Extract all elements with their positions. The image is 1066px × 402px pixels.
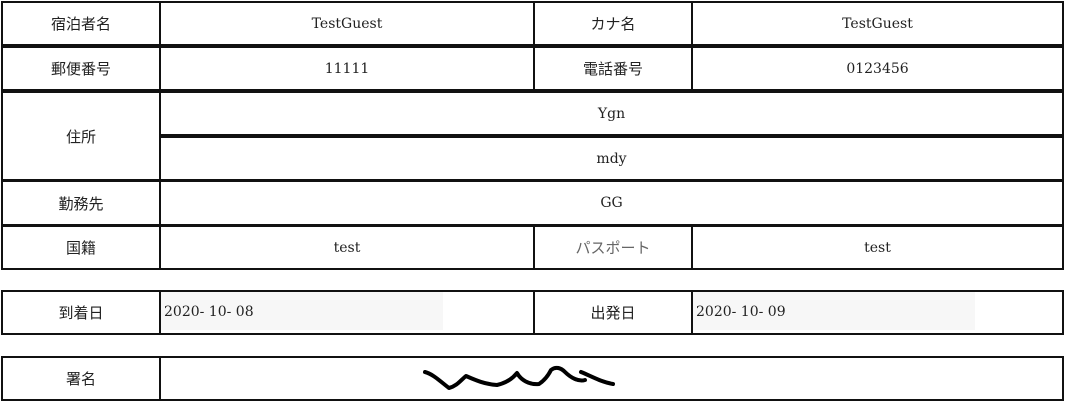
- departure-date-input[interactable]: [693, 292, 975, 330]
- signature-stroke: [423, 365, 615, 390]
- departure-label: 出発日: [533, 290, 693, 335]
- guest-name-label: 宿泊者名: [1, 1, 161, 46]
- passport-label-text: パスポート: [575, 239, 651, 257]
- nationality-label-text: 国籍: [65, 239, 96, 257]
- nationality-field[interactable]: test: [159, 225, 535, 270]
- workplace-value: GG: [600, 195, 623, 211]
- phone-value: 0123456: [846, 60, 909, 77]
- signature-label: 署名: [1, 356, 161, 401]
- address-line1-field[interactable]: Ygn: [159, 91, 1064, 136]
- signature-label-text: 署名: [65, 370, 96, 388]
- signature-pad[interactable]: [159, 356, 1064, 401]
- kana-name-field[interactable]: TestGuest: [691, 1, 1064, 46]
- arrival-date-input[interactable]: [161, 292, 443, 330]
- workplace-label-text: 勤務先: [58, 194, 104, 213]
- postal-code-label: 郵便番号: [1, 46, 161, 91]
- address-line2-value: mdy: [596, 150, 627, 167]
- guest-name-label-text: 宿泊者名: [50, 15, 111, 33]
- passport-label: パスポート: [533, 225, 693, 270]
- address-label: 住所: [1, 91, 161, 181]
- departure-date-cell: [691, 290, 1064, 335]
- postal-code-field[interactable]: 11111: [159, 46, 535, 91]
- address-label-text: 住所: [65, 127, 96, 146]
- nationality-label: 国籍: [1, 225, 161, 270]
- guest-name-field[interactable]: TestGuest: [159, 1, 535, 46]
- departure-label-text: 出発日: [590, 304, 636, 322]
- kana-name-label: カナ名: [533, 1, 693, 46]
- postal-code-label-text: 郵便番号: [50, 60, 111, 78]
- arrival-label-text: 到着日: [58, 304, 104, 322]
- guest-name-value: TestGuest: [311, 15, 383, 32]
- phone-field[interactable]: 0123456: [691, 46, 1064, 91]
- passport-field[interactable]: test: [691, 225, 1064, 270]
- kana-name-label-text: カナ名: [590, 15, 636, 33]
- arrival-label: 到着日: [1, 290, 161, 335]
- workplace-field[interactable]: GG: [159, 180, 1064, 226]
- postal-code-value: 11111: [324, 60, 370, 77]
- address-line1-value: Ygn: [597, 105, 626, 122]
- arrival-date-cell: [159, 290, 535, 335]
- address-line2-field[interactable]: mdy: [159, 136, 1064, 181]
- kana-name-value: TestGuest: [842, 15, 913, 32]
- phone-label-text: 電話番号: [582, 60, 643, 78]
- nationality-value: test: [333, 239, 361, 256]
- phone-label: 電話番号: [533, 46, 693, 91]
- passport-value: test: [864, 239, 891, 256]
- workplace-label: 勤務先: [1, 180, 161, 226]
